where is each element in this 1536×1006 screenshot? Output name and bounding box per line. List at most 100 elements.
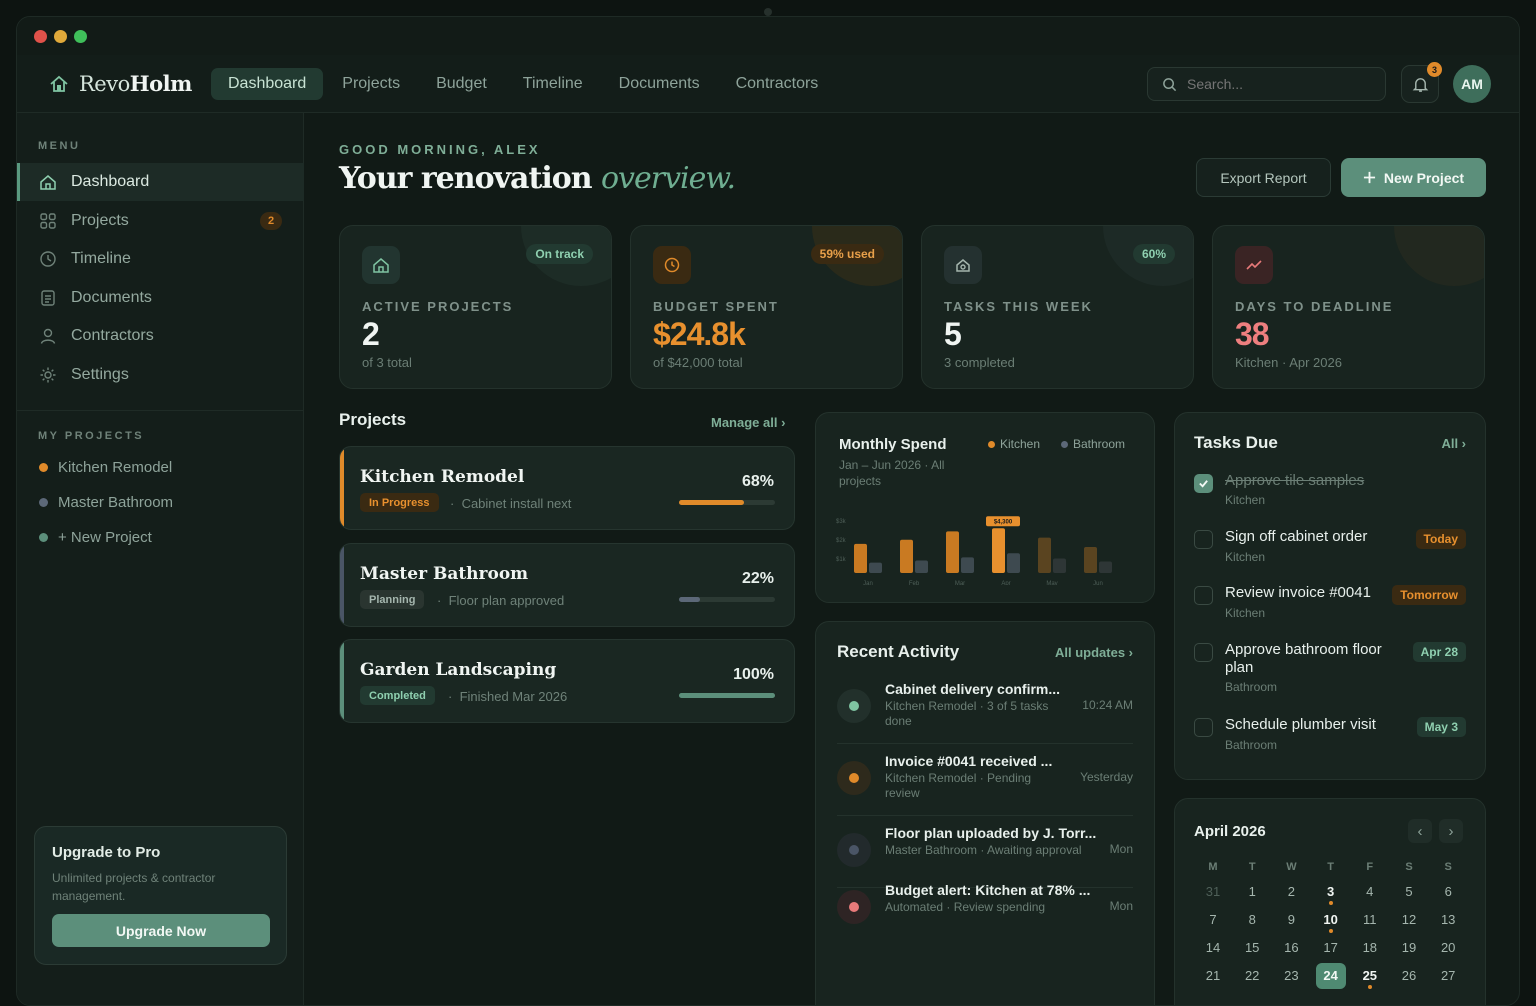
tab-timeline[interactable]: Timeline [506,68,600,100]
notifications-button[interactable]: 3 [1401,62,1442,103]
task-checkbox-checked[interactable] [1194,474,1213,493]
tab-dashboard[interactable]: Dashboard [211,68,324,100]
calendar-day[interactable]: 26 [1394,963,1424,989]
calendar-day[interactable]: 16 [1276,935,1306,961]
calendar-day[interactable]: 6 [1433,879,1463,905]
calendar-day[interactable]: 7 [1198,907,1228,933]
maximize-window-button[interactable] [74,30,87,43]
tab-projects[interactable]: Projects [325,68,417,100]
calendar-day[interactable]: 21 [1198,963,1228,989]
stat-value: $24.8k [653,316,746,352]
new-project-button[interactable]: New Project [1341,158,1486,197]
minimize-window-button[interactable] [54,30,67,43]
calendar-day[interactable]: 2 [1276,879,1306,905]
calendar-day[interactable]: 12 [1394,907,1424,933]
project-card-kitchen[interactable]: Kitchen Remodel In Progress · Cabinet in… [339,446,795,530]
project-color-dot [39,463,48,472]
calendar-day[interactable]: 24 [1315,963,1346,989]
calendar-day[interactable]: 20 [1433,935,1463,961]
export-report-button[interactable]: Export Report [1196,158,1331,197]
calendar-day[interactable]: 4 [1355,879,1385,905]
activity-item[interactable]: Floor plan uploaded by J. Torr... Master… [837,821,1133,888]
calendar-day[interactable]: 9 [1276,907,1306,933]
calendar-day[interactable]: 11 [1355,907,1385,933]
task-checkbox[interactable] [1194,718,1213,737]
calendar-day[interactable]: 27 [1433,963,1463,989]
bar-bathroom [1099,561,1112,573]
project-card-garden[interactable]: Garden Landscaping Completed · Finished … [339,639,795,723]
activity-item[interactable]: Budget alert: Kitchen at 78% ... Automat… [837,878,1133,938]
chevron-left-icon[interactable]: ‹ [1408,819,1432,843]
calendar-day[interactable]: 23 [1276,963,1306,989]
stat-card-budget-spent[interactable]: 59% used BUDGET SPENT $24.8k of $42,000 … [630,225,903,389]
sidebar-item-settings[interactable]: Settings [17,356,304,394]
close-window-button[interactable] [34,30,47,43]
sidebar-item-label: Contractors [71,327,154,344]
sidebar-project-label: Kitchen Remodel [58,459,173,476]
sidebar-item-projects[interactable]: Projects 2 [17,202,304,240]
avatar[interactable]: AM [1453,65,1491,103]
search-box [1147,67,1386,101]
activity-item[interactable]: Cabinet delivery confirm... Kitchen Remo… [837,677,1133,744]
calendar-day[interactable]: 15 [1237,935,1267,961]
divider [837,743,1133,744]
search-input[interactable] [1187,76,1367,92]
calendar-day[interactable]: 31 [1198,879,1228,905]
status-badge: 60% [1132,244,1175,264]
calendar-panel: April 2026 ‹ › M T W T F S S 31 1 2 3 4 5 6 7 8 9 10 11 12 1… [1174,798,1486,1005]
calendar-day[interactable]: 3 [1316,879,1346,905]
task-checkbox[interactable] [1194,586,1213,605]
legend-swatch [988,440,995,448]
activity-item[interactable]: Invoice #0041 received ... Kitchen Remod… [837,749,1133,816]
status-badge: On track [526,244,593,264]
calendar-day[interactable]: 10 [1316,907,1346,933]
search-icon [1163,77,1177,91]
bar-kitchen [1084,547,1097,573]
tab-budget[interactable]: Budget [419,68,504,100]
sidebar-item-documents[interactable]: Documents [17,279,304,317]
sidebar-item-timeline[interactable]: Timeline [17,240,304,278]
calendar-day[interactable]: 19 [1394,935,1424,961]
tab-documents[interactable]: Documents [602,68,717,100]
calendar-day[interactable]: 22 [1237,963,1267,989]
x-tick-label: Apr [1001,581,1010,585]
stat-label: DAYS TO DEADLINE [1235,299,1394,314]
calendar-day[interactable]: 1 [1237,879,1267,905]
progress-track [679,597,775,602]
all-updates-link[interactable]: All updates › [1055,645,1133,660]
manage-all-link[interactable]: Manage all › [711,415,785,430]
upgrade-card: Upgrade to Pro Unlimited projects & cont… [34,826,287,965]
calendar-day[interactable]: 5 [1394,879,1424,905]
sidebar-item-contractors[interactable]: Contractors [17,317,304,355]
activity-status-dot [837,761,871,795]
chevron-right-icon[interactable]: › [1439,819,1463,843]
calendar-day[interactable]: 18 [1355,935,1385,961]
upgrade-now-button[interactable]: Upgrade Now [52,914,270,947]
calendar-day[interactable]: 14 [1198,935,1228,961]
stat-card-tasks-week[interactable]: 60% TASKS THIS WEEK 5 3 completed [921,225,1194,389]
sidebar-item-dashboard[interactable]: Dashboard [17,163,304,201]
sidebar-project-bathroom[interactable]: Master Bathroom [39,494,173,511]
bar-kitchen [854,543,867,573]
sidebar-new-project[interactable]: + New Project [39,529,152,546]
calendar-day[interactable]: 17 [1316,935,1346,961]
project-name: Garden Landscaping [360,660,557,680]
project-color-bar [340,640,344,722]
task-checkbox[interactable] [1194,643,1213,662]
calendar-day[interactable]: 25 [1355,963,1385,989]
logo-text: RevoHolm [79,71,192,96]
stat-icon-box [362,246,400,284]
all-tasks-link[interactable]: All › [1441,436,1466,451]
stat-card-active-projects[interactable]: On track ACTIVE PROJECTS 2 of 3 total [339,225,612,389]
sidebar-project-kitchen[interactable]: Kitchen Remodel [39,459,172,476]
project-card-bathroom[interactable]: Master Bathroom Planning · Floor plan ap… [339,543,795,627]
calendar-day[interactable]: 13 [1433,907,1463,933]
stat-card-days-deadline[interactable]: DAYS TO DEADLINE 38 Kitchen · Apr 2026 [1212,225,1485,389]
task-checkbox[interactable] [1194,530,1213,549]
logo[interactable]: RevoHolm [49,71,192,96]
tab-contractors[interactable]: Contractors [719,68,836,100]
legend-kitchen: Kitchen [988,437,1040,451]
project-color-bar [340,447,344,529]
calendar-day[interactable]: 8 [1237,907,1267,933]
spend-subtitle: Jan – Jun 2026 · All projects [839,458,945,488]
